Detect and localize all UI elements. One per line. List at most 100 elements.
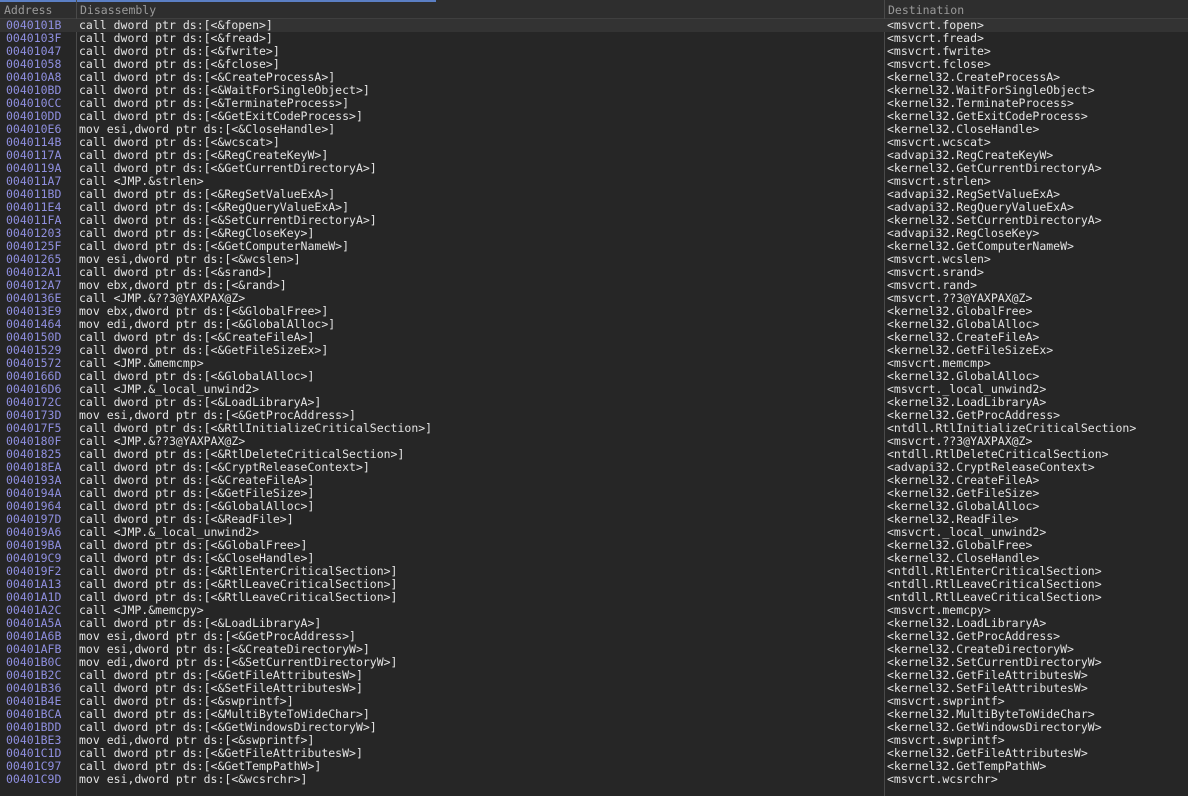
table-row[interactable]: 00401B4E call dword ptr ds:[<&swprintf>] <…: [0, 695, 1188, 708]
destination-cell: <kernel32.GetFileAttributesW>: [887, 747, 1088, 760]
table-row[interactable]: 00401B2C call dword ptr ds:[<&GetFileAttr…: [0, 669, 1188, 682]
table-row[interactable]: 004019F2 call dword ptr ds:[<&RtlEnterCri…: [0, 565, 1188, 578]
table-row[interactable]: 00401C97 call dword ptr ds:[<&GetTempPath…: [0, 760, 1188, 773]
table-row[interactable]: 00401A2C call <JMP.&memcpy> <msvcrt.memcpy…: [0, 604, 1188, 617]
table-row[interactable]: 0040173D mov esi,dword ptr ds:[<&GetProcA…: [0, 409, 1188, 422]
table-row[interactable]: 0040136E call <JMP.&??3@YAXPAX@Z> <msvcrt.…: [0, 292, 1188, 305]
destination-cell: <kernel32.SetFileAttributesW>: [887, 682, 1088, 695]
address-cell: 00401BE3: [6, 734, 62, 747]
disassembly-cell: call dword ptr ds:[<&SetFileAttributesW>…: [79, 682, 363, 695]
destination-cell: <msvcrt.wcsrchr>: [887, 773, 998, 786]
disassembly-cell: mov esi,dword ptr ds:[<&GetProcAddress>]: [79, 630, 356, 643]
table-row[interactable]: 004010DD call dword ptr ds:[<&GetExitCode…: [0, 110, 1188, 123]
table-row[interactable]: 00401C1D call dword ptr ds:[<&GetFileAttr…: [0, 747, 1188, 760]
table-row[interactable]: 0040172C call dword ptr ds:[<&LoadLibrary…: [0, 396, 1188, 409]
table-row[interactable]: 00401464 mov edi,dword ptr ds:[<&GlobalAl…: [0, 318, 1188, 331]
table-row[interactable]: 004019A6 call <JMP.&_local_unwind2> <msvcr…: [0, 526, 1188, 539]
disassembly-cell: call dword ptr ds:[<&GetFileAttributesW>…: [79, 669, 363, 682]
destination-cell: <ntdll.RtlDeleteCriticalSection>: [887, 448, 1109, 461]
table-row[interactable]: 004012A7 mov ebx,dword ptr ds:[<&rand>] <m…: [0, 279, 1188, 292]
table-row[interactable]: 00401BDD call dword ptr ds:[<&GetWindowsD…: [0, 721, 1188, 734]
address-cell: 004019A6: [6, 526, 62, 539]
table-row[interactable]: 004011E4 call dword ptr ds:[<&RegQueryVal…: [0, 201, 1188, 214]
address-cell: 0040166D: [6, 370, 62, 383]
table-row[interactable]: 004018EA call dword ptr ds:[<&CryptReleas…: [0, 461, 1188, 474]
table-row[interactable]: 00401A6B mov esi,dword ptr ds:[<&GetProcA…: [0, 630, 1188, 643]
table-row[interactable]: 00401058 call dword ptr ds:[<&fclose>] <ms…: [0, 58, 1188, 71]
table-row[interactable]: 0040197D call dword ptr ds:[<&ReadFile>] <…: [0, 513, 1188, 526]
table-row[interactable]: 004011FA call dword ptr ds:[<&SetCurrentD…: [0, 214, 1188, 227]
table-row[interactable]: 00401964 call dword ptr ds:[<&GlobalAlloc…: [0, 500, 1188, 513]
table-row[interactable]: 004011BD call dword ptr ds:[<&RegSetValue…: [0, 188, 1188, 201]
address-cell: 00401265: [6, 253, 62, 266]
table-row[interactable]: 00401529 call dword ptr ds:[<&GetFileSize…: [0, 344, 1188, 357]
table-row[interactable]: 00401B0C mov edi,dword ptr ds:[<&SetCurre…: [0, 656, 1188, 669]
disassembly-cell: mov esi,dword ptr ds:[<&CreateDirectoryW…: [79, 643, 370, 656]
table-row[interactable]: 0040180F call <JMP.&??3@YAXPAX@Z> <msvcrt.…: [0, 435, 1188, 448]
table-row[interactable]: 00401825 call dword ptr ds:[<&RtlDeleteCr…: [0, 448, 1188, 461]
disassembly-cell: call dword ptr ds:[<&swprintf>]: [79, 695, 294, 708]
table-row[interactable]: 0040101B call dword ptr ds:[<&fopen>] <msv…: [0, 19, 1188, 32]
header-destination[interactable]: Destination: [884, 2, 1188, 18]
table-row[interactable]: 00401BCA call dword ptr ds:[<&MultiByteTo…: [0, 708, 1188, 721]
table-row[interactable]: 00401265 mov esi,dword ptr ds:[<&wcslen>]…: [0, 253, 1188, 266]
table-row[interactable]: 0040119A call dword ptr ds:[<&GetCurrentD…: [0, 162, 1188, 175]
table-row[interactable]: 004017F5 call dword ptr ds:[<&RtlInitiali…: [0, 422, 1188, 435]
table-row[interactable]: 004010CC call dword ptr ds:[<&TerminatePr…: [0, 97, 1188, 110]
disassembly-cell: call dword ptr ds:[<&RegCloseKey>]: [79, 227, 315, 240]
disassembly-cell: call <JMP.&??3@YAXPAX@Z>: [79, 292, 246, 305]
table-row[interactable]: 00401B36 call dword ptr ds:[<&SetFileAttr…: [0, 682, 1188, 695]
address-cell: 00401529: [6, 344, 62, 357]
address-cell: 004018EA: [6, 461, 62, 474]
table-row[interactable]: 004019BA call dword ptr ds:[<&GlobalFree>…: [0, 539, 1188, 552]
address-cell: 004012A1: [6, 266, 62, 279]
table-row[interactable]: 00401AFB mov esi,dword ptr ds:[<&CreateDi…: [0, 643, 1188, 656]
table-row[interactable]: 0040125F call dword ptr ds:[<&GetComputer…: [0, 240, 1188, 253]
destination-cell: <kernel32.CreateFileA>: [887, 474, 1040, 487]
header-disassembly[interactable]: Disassembly: [76, 2, 884, 18]
table-row[interactable]: 0040193A call dword ptr ds:[<&CreateFileA…: [0, 474, 1188, 487]
destination-cell: <msvcrt.fopen>: [887, 19, 984, 32]
table-row[interactable]: 004011A7 call <JMP.&strlen> <msvcrt.strlen…: [0, 175, 1188, 188]
table-row[interactable]: 00401BE3 mov edi,dword ptr ds:[<&swprintf…: [0, 734, 1188, 747]
disassembly-cell: call dword ptr ds:[<&wcscat>]: [79, 136, 280, 149]
table-row[interactable]: 004013E9 mov ebx,dword ptr ds:[<&GlobalFr…: [0, 305, 1188, 318]
destination-cell: <kernel32.GlobalAlloc>: [887, 500, 1040, 513]
address-cell: 00401464: [6, 318, 62, 331]
destination-cell: <msvcrt._local_unwind2>: [887, 383, 1047, 396]
table-row[interactable]: 00401203 call dword ptr ds:[<&RegCloseKey…: [0, 227, 1188, 240]
destination-cell: <kernel32.GetProcAddress>: [887, 409, 1061, 422]
table-row[interactable]: 00401A5A call dword ptr ds:[<&LoadLibrary…: [0, 617, 1188, 630]
disassembly-cell: call dword ptr ds:[<&RegQueryValueExA>]: [79, 201, 350, 214]
address-cell: 0040125F: [6, 240, 62, 253]
column-header: Address Disassembly Destination: [0, 0, 1188, 19]
destination-cell: <advapi32.RegQueryValueExA>: [887, 201, 1074, 214]
table-row[interactable]: 004010E6 mov esi,dword ptr ds:[<&CloseHan…: [0, 123, 1188, 136]
table-row[interactable]: 00401047 call dword ptr ds:[<&fwrite>] <ms…: [0, 45, 1188, 58]
address-cell: 00401AFB: [6, 643, 62, 656]
disassembly-cell: call dword ptr ds:[<&TerminateProcess>]: [79, 97, 350, 110]
address-cell: 004011FA: [6, 214, 62, 227]
table-row[interactable]: 004010BD call dword ptr ds:[<&WaitForSing…: [0, 84, 1188, 97]
disassembly-cell: call <JMP.&??3@YAXPAX@Z>: [79, 435, 246, 448]
table-row[interactable]: 004016D6 call <JMP.&_local_unwind2> <msvcr…: [0, 383, 1188, 396]
address-cell: 00401A5A: [6, 617, 62, 630]
table-row[interactable]: 0040103F call dword ptr ds:[<&fread>] <msv…: [0, 32, 1188, 45]
table-row[interactable]: 0040194A call dword ptr ds:[<&GetFileSize…: [0, 487, 1188, 500]
header-address[interactable]: Address: [0, 2, 76, 18]
disassembly-cell: call dword ptr ds:[<&GetComputerNameW>]: [79, 240, 350, 253]
table-row[interactable]: 00401A13 call dword ptr ds:[<&RtlLeaveCri…: [0, 578, 1188, 591]
table-row[interactable]: 0040117A call dword ptr ds:[<&RegCreateKe…: [0, 149, 1188, 162]
table-row[interactable]: 00401C9D mov esi,dword ptr ds:[<&wcsrchr>…: [0, 773, 1188, 786]
table-row[interactable]: 0040150D call dword ptr ds:[<&CreateFileA…: [0, 331, 1188, 344]
disassembly-cell: call dword ptr ds:[<&WaitForSingleObject…: [79, 84, 370, 97]
table-row[interactable]: 0040114B call dword ptr ds:[<&wcscat>] <ms…: [0, 136, 1188, 149]
table-row[interactable]: 00401572 call <JMP.&memcmp> <msvcrt.memcmp…: [0, 357, 1188, 370]
table-row[interactable]: 004019C9 call dword ptr ds:[<&CloseHandle…: [0, 552, 1188, 565]
table-row[interactable]: 004010A8 call dword ptr ds:[<&CreateProce…: [0, 71, 1188, 84]
table-row[interactable]: 0040166D call dword ptr ds:[<&GlobalAlloc…: [0, 370, 1188, 383]
destination-cell: <kernel32.GlobalFree>: [887, 539, 1033, 552]
table-row[interactable]: 004012A1 call dword ptr ds:[<&srand>] <msv…: [0, 266, 1188, 279]
destination-cell: <kernel32.GlobalAlloc>: [887, 370, 1040, 383]
table-row[interactable]: 00401A1D call dword ptr ds:[<&RtlLeaveCri…: [0, 591, 1188, 604]
